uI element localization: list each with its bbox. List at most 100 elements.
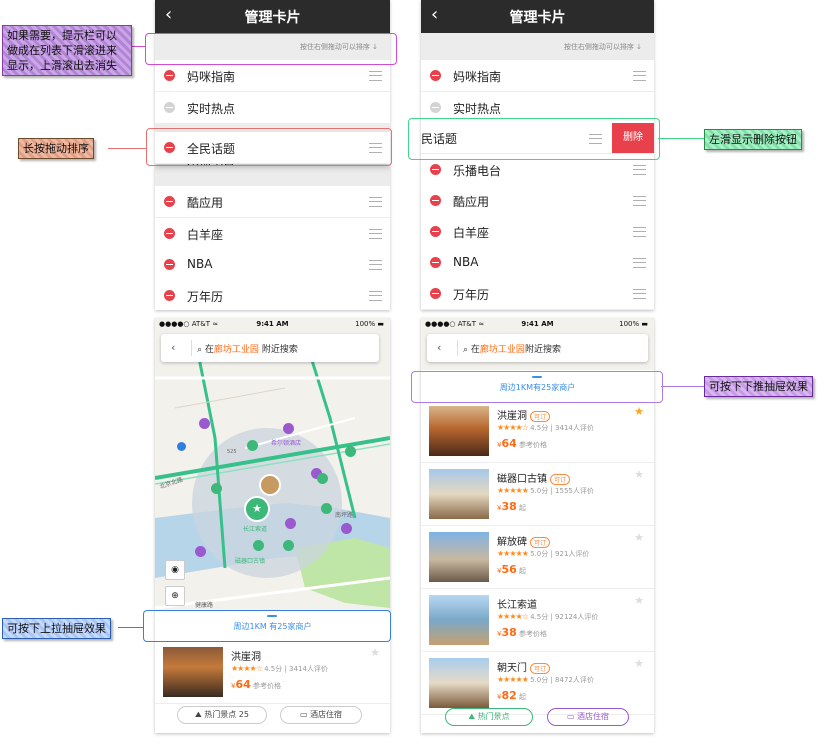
search-bar[interactable]: ‹ ⌕ 在廊坊工业园附近搜索	[427, 334, 648, 362]
scenic-marker-icon[interactable]	[247, 440, 258, 451]
sort-hint-text: 按住右侧拖动可以排序 ↓	[563, 43, 642, 51]
price-suffix: 参考价格	[519, 441, 548, 449]
drag-handle-icon[interactable]	[369, 71, 382, 81]
shop-card[interactable]: 磁器口古镇 可订 ★★★★★ 5.0分 | 1555人评价 ¥38 起 ★	[421, 463, 654, 526]
favorite-star-icon[interactable]: ★	[634, 468, 644, 481]
location-dot-icon	[177, 442, 186, 451]
shop-price: ¥64 参考价格	[231, 678, 281, 691]
drag-handle-icon[interactable]	[633, 289, 646, 299]
hotel-button[interactable]: ▭ 酒店住宿	[280, 706, 362, 724]
remove-icon[interactable]	[164, 259, 175, 270]
bookable-tag: 可订	[530, 410, 551, 422]
remove-icon[interactable]	[164, 196, 175, 207]
shop-card[interactable]: 洪崖洞 可订 ★★★★☆ 4.5分 | 3414人评价 ¥64 参考价格 ★	[421, 400, 654, 463]
favorite-star-icon[interactable]: ★	[634, 594, 644, 607]
search-input[interactable]: ⌕ 在廊坊工业园 附近搜索	[197, 342, 298, 355]
page-title: 管理卡片	[509, 10, 566, 26]
drag-handle-icon[interactable]	[369, 229, 382, 239]
back-button[interactable]: ‹	[437, 341, 441, 354]
remove-icon[interactable]	[164, 70, 175, 81]
note-text: 左滑显示删除按钮	[709, 133, 797, 146]
search-bar[interactable]: ‹ ⌕ 在廊坊工业园 附近搜索	[161, 334, 379, 362]
drag-handle-icon[interactable]	[369, 291, 382, 301]
hot-spots-button[interactable]: ⛰ 热门景点 25	[177, 706, 267, 724]
shop-card[interactable]: 长江索道 ★★★★☆ 4.5分 | 92124人评价 ¥38 参考价格 ★	[421, 589, 654, 652]
list-item[interactable]: 万年历	[421, 278, 654, 310]
hot-spots-button[interactable]: ⛰ 热门景点	[445, 708, 533, 726]
note-connector	[118, 627, 143, 628]
scenic-marker-icon[interactable]	[211, 483, 222, 494]
shop-name: 磁器口古镇	[497, 474, 547, 485]
star-marker-icon[interactable]	[317, 473, 328, 484]
scenic-marker-icon[interactable]	[321, 503, 332, 514]
list-item[interactable]: 实时热点	[155, 92, 390, 124]
drag-handle-icon[interactable]	[633, 196, 646, 206]
shop-name: 解放碑	[497, 537, 527, 548]
list-item[interactable]: NBA	[155, 249, 390, 281]
scenic-marker-icon[interactable]	[253, 540, 264, 551]
shop-rating: ★★★★☆ 4.5分 | 3414人评价	[497, 423, 594, 432]
search-place: 廊坊工业园	[479, 345, 525, 355]
hotel-marker-icon[interactable]	[285, 518, 296, 529]
favorite-star-icon[interactable]: ★	[634, 531, 644, 544]
shop-photo	[429, 406, 489, 456]
remove-icon[interactable]	[430, 164, 441, 175]
remove-icon[interactable]	[430, 226, 441, 237]
layers-button[interactable]: ◉	[165, 560, 185, 580]
hotel-marker-icon[interactable]	[283, 423, 294, 434]
drag-handle-icon[interactable]	[633, 258, 646, 268]
favorite-star-icon[interactable]: ★	[370, 646, 380, 659]
shop-price: ¥38 起	[497, 500, 526, 513]
price-value: 64	[235, 678, 251, 691]
drag-handle-icon[interactable]	[633, 71, 646, 81]
drag-handle-icon[interactable]	[369, 197, 382, 207]
list-item[interactable]: 万年历	[155, 280, 390, 310]
map-label-road: 健康路	[195, 602, 214, 609]
list-item[interactable]: 白羊座	[155, 218, 390, 250]
rating-score: 5.0分	[530, 550, 549, 558]
favorite-star-icon[interactable]: ★	[634, 657, 644, 670]
remove-icon[interactable]	[430, 257, 441, 268]
remove-icon[interactable]	[164, 290, 175, 301]
shop-card[interactable]: 洪崖洞 ★★★★☆ 4.5分 | 3414人评价 ¥64 参考价格 ★	[155, 641, 390, 704]
divider	[457, 340, 458, 356]
hotel-marker-icon[interactable]	[195, 546, 206, 557]
drag-handle-icon[interactable]	[633, 165, 646, 175]
shop-name: 洪崖洞	[231, 652, 261, 663]
list-item[interactable]: 妈咪指南	[421, 60, 654, 92]
drag-handle-icon[interactable]	[633, 227, 646, 237]
scenic-marker-icon[interactable]	[283, 540, 294, 551]
hotel-label: 酒店住宿	[310, 710, 343, 719]
search-input[interactable]: ⌕ 在廊坊工业园附近搜索	[463, 342, 561, 355]
search-suffix: 附近搜索	[524, 345, 561, 355]
avatar[interactable]	[259, 474, 281, 496]
list-item[interactable]: NBA	[421, 247, 654, 279]
list-item[interactable]: 酷应用	[421, 185, 654, 217]
list-item-label: NBA	[453, 255, 479, 269]
list-item[interactable]: 白羊座	[421, 216, 654, 248]
remove-icon[interactable]	[430, 288, 441, 299]
shop-card[interactable]: 朝天门 可订 ★★★★★ 5.0分 | 8472人评价 ¥82 起 ★	[421, 652, 654, 715]
shop-photo	[429, 469, 489, 519]
hotel-marker-icon[interactable]	[199, 418, 210, 429]
remove-icon[interactable]	[430, 70, 441, 81]
scenic-marker-icon[interactable]	[345, 446, 356, 457]
shop-photo	[429, 658, 489, 708]
hotel-marker-icon[interactable]	[341, 523, 352, 534]
selected-marker-icon[interactable]: ★	[244, 496, 270, 522]
favorite-star-icon[interactable]: ★	[634, 405, 644, 418]
search-place: 廊坊工业园	[213, 345, 259, 355]
remove-icon[interactable]	[164, 228, 175, 239]
locate-button[interactable]: ⊕	[165, 586, 185, 606]
rating-stars: ★★★★★	[497, 486, 529, 495]
drag-handle-icon[interactable]	[369, 260, 382, 270]
back-button[interactable]: ‹	[171, 341, 175, 354]
price-suffix: 起	[519, 504, 527, 512]
top-drawer[interactable]: 周边1KM有25家商户 洪崖洞 可订 ★★★★☆ 4.5分 | 3414人评价 ¥…	[421, 370, 654, 733]
shop-rating: ★★★★★ 5.0分 | 921人评价	[497, 549, 590, 558]
shop-card[interactable]: 解放碑 可订 ★★★★★ 5.0分 | 921人评价 ¥56 起 ★	[421, 526, 654, 589]
price-suffix: 起	[519, 567, 527, 575]
hotel-button[interactable]: ▭ 酒店住宿	[547, 708, 629, 726]
remove-icon[interactable]	[430, 195, 441, 206]
list-item[interactable]: 酷应用	[155, 186, 390, 218]
